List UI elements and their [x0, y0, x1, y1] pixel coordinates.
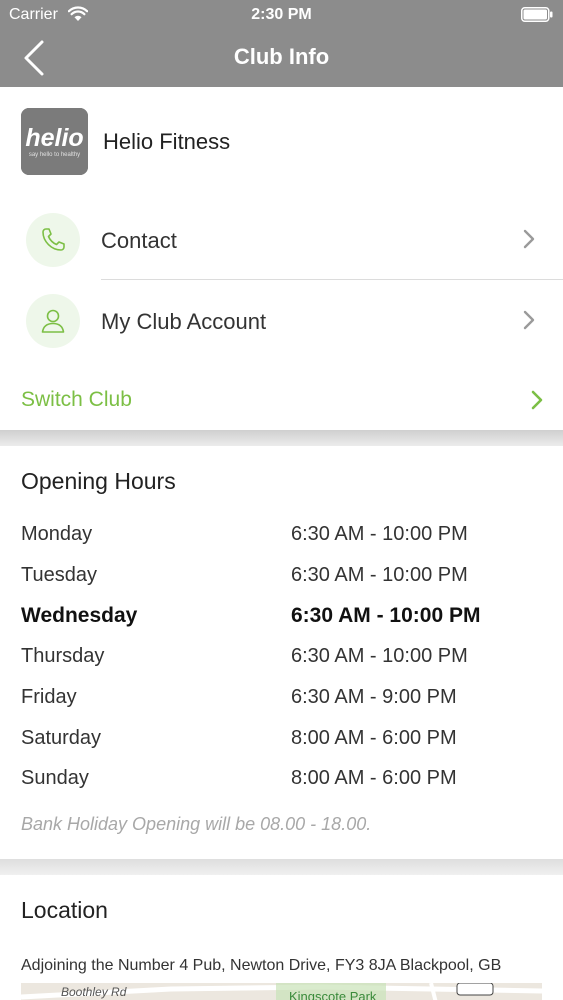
hours-day: Sunday	[21, 767, 89, 789]
hours-day: Tuesday	[21, 564, 97, 586]
section-separator	[0, 859, 563, 875]
status-time: 2:30 PM	[251, 6, 312, 23]
contact-icon-circle	[26, 213, 80, 267]
hours-time: 6:30 AM - 10:00 PM	[291, 645, 468, 667]
map-view[interactable]: Boothley Rd Kingscote Park	[21, 983, 542, 1000]
hours-row-sunday: Sunday 8:00 AM - 6:00 PM	[0, 767, 563, 807]
location-address: Adjoining the Number 4 Pub, Newton Drive…	[21, 957, 502, 974]
row-divider	[101, 279, 563, 280]
hours-row-monday: Monday 6:30 AM - 10:00 PM	[0, 523, 563, 563]
hours-day: Wednesday	[21, 604, 138, 627]
contact-row[interactable]: Contact	[0, 200, 563, 280]
club-logo: helio say hello to healthy	[21, 108, 88, 175]
chevron-right-icon	[523, 229, 535, 249]
top-bar: Carrier 2:30 PM Club Info	[0, 0, 563, 87]
hours-day: Saturday	[21, 727, 102, 749]
hours-time: 8:00 AM - 6:00 PM	[291, 767, 457, 789]
hours-row-thursday: Thursday 6:30 AM - 10:00 PM	[0, 645, 563, 685]
logo-text: helio	[25, 124, 83, 152]
hours-day: Friday	[21, 686, 77, 708]
my-club-account-label: My Club Account	[101, 309, 267, 334]
hours-row-wednesday-today: Wednesday 6:30 AM - 10:00 PM	[0, 604, 563, 644]
logo-tagline: say hello to healthy	[29, 152, 80, 158]
contact-label: Contact	[101, 228, 177, 253]
hours-time: 6:30 AM - 10:00 PM	[291, 604, 481, 627]
chevron-right-green-icon	[531, 390, 543, 410]
location-title: Location	[21, 897, 108, 923]
phone-icon	[42, 228, 65, 251]
user-icon	[41, 309, 65, 333]
chevron-right-icon	[523, 310, 535, 330]
navigation-bar: Club Info	[0, 30, 563, 87]
my-club-account-row[interactable]: My Club Account	[0, 281, 563, 361]
page-title: Club Info	[233, 44, 330, 69]
switch-club-row[interactable]: Switch Club	[0, 372, 563, 428]
switch-club-label: Switch Club	[21, 388, 132, 411]
hours-row-friday: Friday 6:30 AM - 9:00 PM	[0, 686, 563, 726]
hours-day: Thursday	[21, 645, 105, 667]
battery-icon	[521, 7, 553, 22]
map-road-label: Boothley Rd	[61, 985, 127, 999]
location-card: Location Adjoining the Number 4 Pub, New…	[0, 875, 563, 1000]
hours-time: 6:30 AM - 10:00 PM	[291, 564, 468, 586]
section-separator	[0, 430, 563, 446]
hours-time: 6:30 AM - 10:00 PM	[291, 523, 468, 545]
hours-row-tuesday: Tuesday 6:30 AM - 10:00 PM	[0, 564, 563, 604]
hours-time: 8:00 AM - 6:00 PM	[291, 727, 457, 749]
map-park-label: Kingscote Park	[289, 989, 377, 1000]
hours-day: Monday	[21, 523, 93, 545]
opening-hours-title: Opening Hours	[21, 468, 176, 494]
status-bar: Carrier 2:30 PM	[0, 0, 563, 30]
bank-holiday-note: Bank Holiday Opening will be 08.00 - 18.…	[21, 814, 372, 834]
opening-hours-card: Opening Hours Monday 6:30 AM - 10:00 PM …	[0, 446, 563, 859]
account-icon-circle	[26, 294, 80, 348]
club-name: Helio Fitness	[103, 129, 231, 154]
hours-time: 6:30 AM - 9:00 PM	[291, 686, 457, 708]
club-card: helio say hello to healthy Helio Fitness…	[0, 87, 563, 430]
hours-row-saturday: Saturday 8:00 AM - 6:00 PM	[0, 727, 563, 767]
